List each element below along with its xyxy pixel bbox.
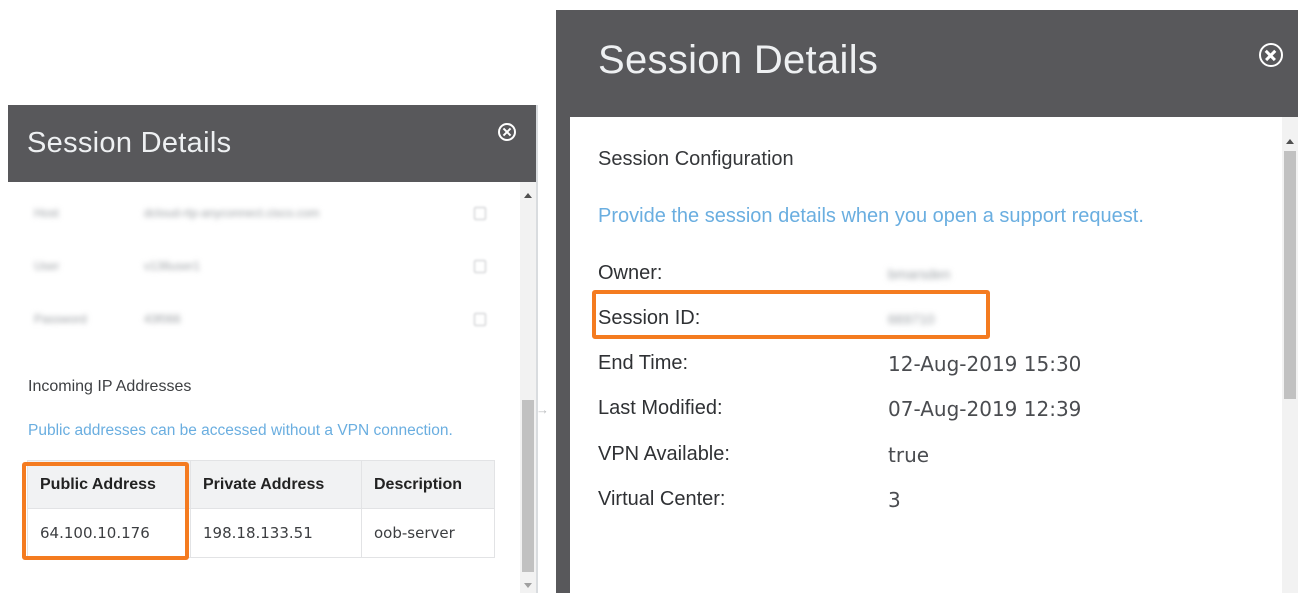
left-scrollbar[interactable]	[520, 182, 536, 593]
detail-label: Virtual Center:	[598, 488, 726, 510]
detail-value: 3	[888, 488, 901, 512]
credential-value: dcloud-rtp-anyconnect.cisco.com	[144, 206, 320, 220]
credential-value: 43f066	[144, 312, 181, 326]
session-configuration-description: Provide the session details when you ope…	[598, 205, 1144, 227]
detail-label: VPN Available:	[598, 443, 730, 465]
session-configuration-title: Session Configuration	[598, 148, 794, 170]
arrow-right-icon: →	[536, 402, 549, 417]
copy-icon[interactable]	[474, 313, 486, 326]
column-header-description: Description	[361, 460, 495, 509]
detail-row-virtual-center: Virtual Center: 3	[598, 488, 1258, 520]
credential-label: Password	[34, 312, 87, 326]
detail-row-last-modified: Last Modified: 07-Aug-2019 12:39	[598, 397, 1258, 429]
right-scrollbar[interactable]	[1282, 117, 1298, 593]
credential-label: User	[34, 259, 60, 273]
copy-icon[interactable]	[474, 260, 486, 273]
description-cell: oob-server	[361, 508, 495, 558]
scrollbar-thumb[interactable]	[522, 400, 534, 572]
right-panel-title: Session Details	[598, 38, 879, 82]
detail-label: Last Modified:	[598, 397, 723, 419]
scrollbar-thumb[interactable]	[1284, 151, 1296, 399]
detail-value: 07-Aug-2019 12:39	[888, 397, 1082, 421]
credential-label: Host	[34, 206, 59, 220]
detail-value: true	[888, 443, 930, 467]
incoming-ip-description: Public addresses can be accessed without…	[28, 422, 453, 439]
column-header-private-address: Private Address	[190, 460, 362, 509]
highlight-session-id	[592, 290, 990, 339]
scroll-down-arrow-icon[interactable]	[524, 583, 532, 588]
left-panel-header: Session Details	[8, 105, 536, 182]
credential-value: v136user1	[144, 259, 201, 273]
left-panel-title: Session Details	[27, 127, 232, 159]
credential-row-host: Host dcloud-rtp-anyconnect.cisco.com	[8, 200, 508, 230]
scroll-up-arrow-icon[interactable]	[1286, 139, 1294, 144]
close-icon[interactable]	[1259, 43, 1283, 67]
detail-label: Owner:	[598, 262, 663, 284]
detail-value: 12-Aug-2019 15:30	[888, 352, 1082, 376]
credential-row-user: User v136user1	[8, 253, 508, 283]
highlight-public-address	[22, 462, 189, 560]
private-address-cell: 198.18.133.51	[190, 508, 362, 558]
detail-row-end-time: End Time: 12-Aug-2019 15:30	[598, 352, 1258, 384]
detail-row-vpn-available: VPN Available: true	[598, 443, 1258, 475]
copy-icon[interactable]	[474, 207, 486, 220]
incoming-ip-title: Incoming IP Addresses	[28, 378, 192, 395]
detail-label: End Time:	[598, 352, 689, 374]
scroll-up-arrow-icon[interactable]	[524, 193, 532, 198]
close-icon[interactable]	[498, 123, 516, 141]
detail-value: bmarsden	[888, 266, 951, 282]
credential-row-password: Password 43f066	[8, 306, 508, 336]
